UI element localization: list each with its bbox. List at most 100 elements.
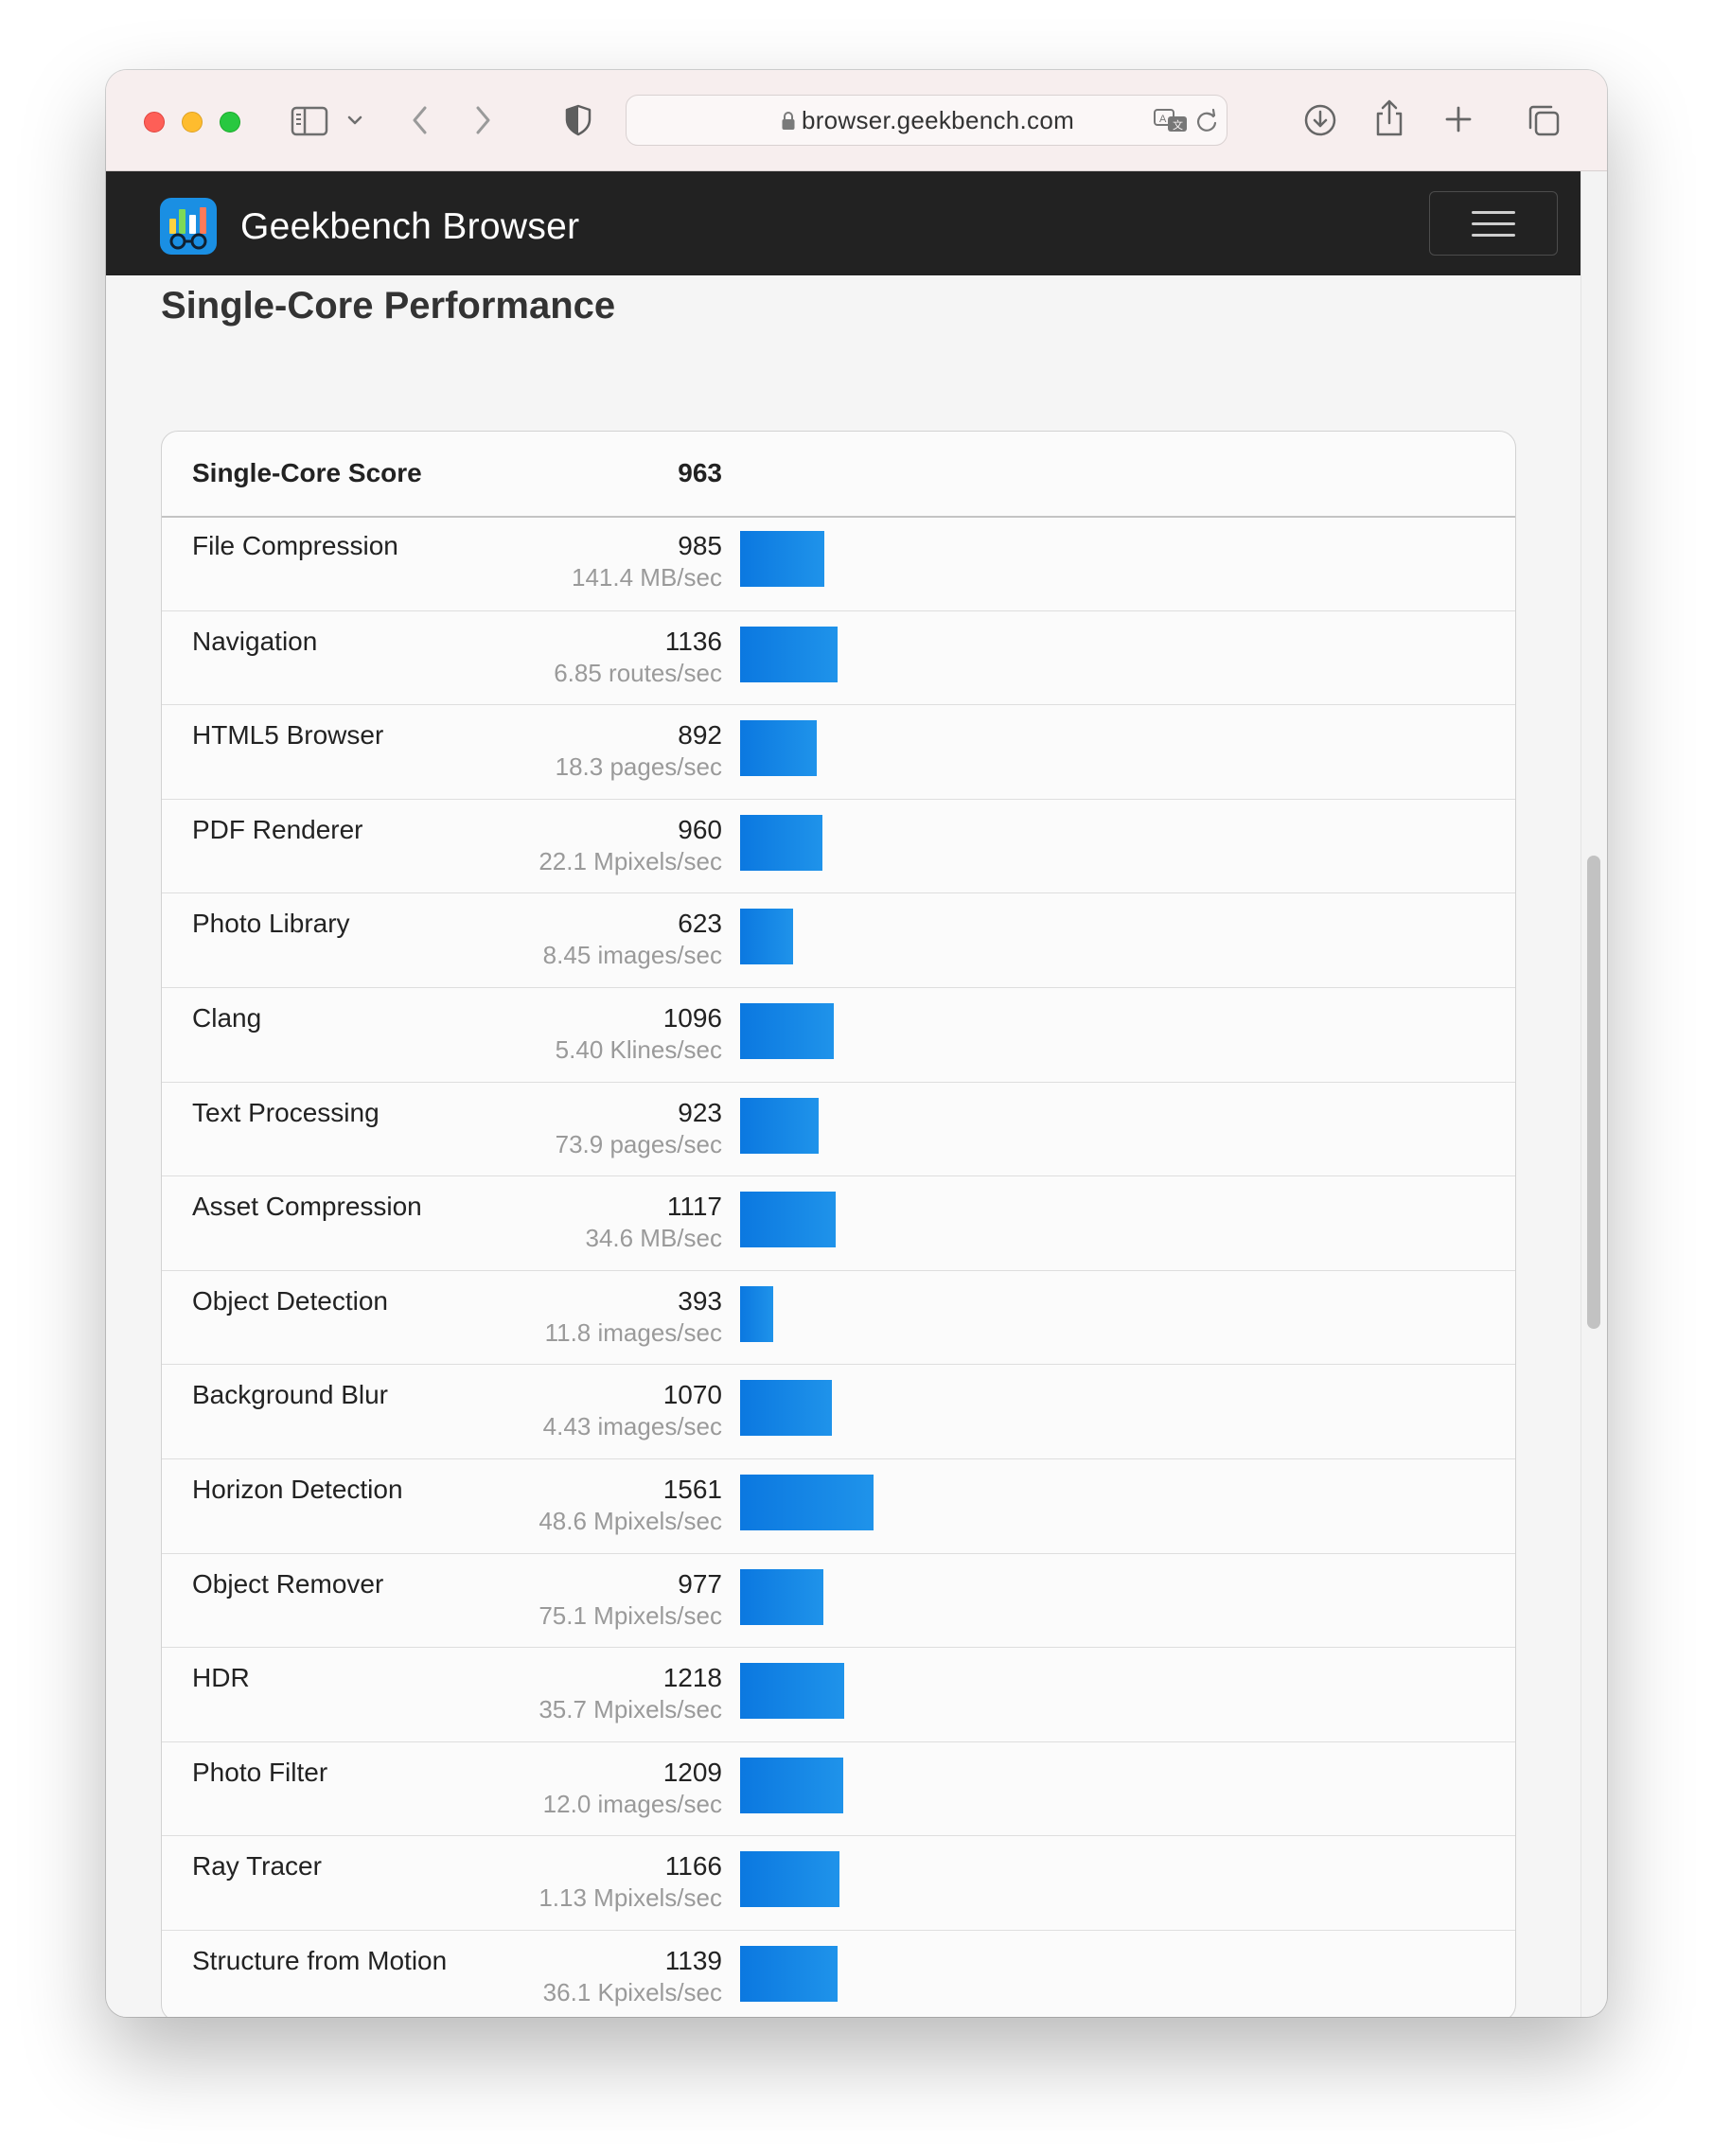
benchmark-name: File Compression — [192, 531, 398, 560]
benchmark-name: Text Processing — [192, 1097, 380, 1127]
benchmark-bar — [740, 1380, 832, 1437]
benchmark-score: 1209 — [662, 1757, 722, 1787]
benchmark-rate: 141.4 MB/sec — [572, 563, 722, 592]
benchmark-score: 1136 — [664, 626, 722, 656]
benchmark-score: 977 — [678, 1568, 722, 1599]
sidebar-icon[interactable] — [291, 106, 328, 136]
benchmark-rate: 22.1 Mpixels/sec — [539, 846, 722, 875]
page-content: Geekbench Browser Single-Core Performanc… — [106, 171, 1581, 2017]
share-icon[interactable] — [1372, 98, 1406, 138]
benchmark-name: Photo Library — [192, 909, 350, 939]
benchmark-name: Horizon Detection — [192, 1475, 403, 1504]
benchmark-bar — [740, 909, 793, 965]
benchmark-rate: 8.45 images/sec — [542, 941, 722, 970]
back-icon[interactable] — [409, 104, 432, 136]
benchmark-score: 1561 — [662, 1475, 722, 1504]
benchmark-rate: 5.40 Klines/sec — [555, 1035, 722, 1064]
benchmark-row: Structure from Motion 1139 36.1 Kpixels/se… — [162, 1930, 1515, 2017]
benchmark-bar — [740, 626, 838, 682]
benchmark-bar — [740, 1475, 874, 1530]
benchmark-rate: 75.1 Mpixels/sec — [539, 1600, 722, 1630]
benchmark-bar — [740, 1192, 836, 1248]
benchmark-name: Background Blur — [192, 1380, 389, 1410]
benchmark-row: HDR 1218 35.7 Mpixels/sec — [162, 1647, 1515, 1741]
benchmark-bar — [740, 1946, 838, 2002]
reload-icon[interactable] — [1194, 108, 1219, 134]
benchmark-rate: 48.6 Mpixels/sec — [539, 1507, 722, 1535]
forward-icon[interactable] — [471, 104, 494, 136]
benchmark-bar — [740, 1663, 844, 1720]
benchmark-row: Horizon Detection 1561 48.6 Mpixels/sec — [162, 1458, 1515, 1552]
site-navbar: Geekbench Browser — [106, 171, 1581, 275]
benchmark-rate: 34.6 MB/sec — [585, 1224, 722, 1253]
benchmark-score: 1218 — [662, 1663, 722, 1693]
benchmark-score: 1096 — [662, 1003, 722, 1033]
summary-score: 963 — [678, 458, 722, 487]
benchmark-name: Structure from Motion — [192, 1946, 448, 1975]
close-window-button[interactable] — [144, 112, 165, 133]
benchmark-bar — [740, 814, 822, 871]
benchmark-rate: 1.13 Mpixels/sec — [539, 1883, 722, 1913]
benchmark-row: Photo Library 623 8.45 images/sec — [162, 892, 1515, 986]
benchmark-name: HTML5 Browser — [192, 720, 384, 751]
benchmark-bar — [740, 1851, 839, 1908]
minimize-window-button[interactable] — [182, 112, 203, 133]
svg-text:A: A — [1159, 114, 1167, 125]
shield-icon[interactable] — [564, 104, 592, 136]
benchmark-row: Background Blur 1070 4.43 images/sec — [162, 1364, 1515, 1458]
benchmark-bar — [740, 1003, 834, 1059]
benchmark-bar — [740, 1568, 823, 1625]
tabs-overview-icon[interactable] — [1526, 102, 1562, 138]
benchmark-score: 960 — [678, 814, 722, 844]
benchmark-name: PDF Renderer — [192, 814, 363, 844]
benchmark-name: Photo Filter — [192, 1757, 328, 1787]
benchmark-score: 1139 — [664, 1946, 722, 1975]
address-bar[interactable]: browser.geekbench.com A 文 — [626, 95, 1227, 146]
benchmark-name: Clang — [192, 1003, 262, 1033]
benchmark-bar — [740, 1285, 773, 1342]
zoom-window-button[interactable] — [220, 112, 240, 133]
benchmark-rate: 11.8 images/sec — [544, 1317, 722, 1347]
benchmark-rate: 73.9 pages/sec — [555, 1129, 722, 1158]
benchmark-row: Photo Filter 1209 12.0 images/sec — [162, 1741, 1515, 1835]
benchmark-score: 393 — [678, 1285, 722, 1316]
benchmark-name: Object Remover — [192, 1568, 384, 1599]
benchmark-score: 623 — [678, 909, 722, 939]
benchmark-row: Text Processing 923 73.9 pages/sec — [162, 1081, 1515, 1175]
benchmark-row: PDF Renderer 960 22.1 Mpixels/sec — [162, 798, 1515, 892]
summary-row: Single-Core Score 963 — [162, 432, 1515, 518]
benchmark-score: 1070 — [662, 1380, 722, 1410]
benchmark-row: Asset Compression 1117 34.6 MB/sec — [162, 1175, 1515, 1269]
lock-icon — [782, 112, 795, 130]
benchmark-row: Ray Tracer 1166 1.13 Mpixels/sec — [162, 1835, 1515, 1929]
benchmark-rate: 4.43 images/sec — [542, 1412, 722, 1441]
translate-icon[interactable]: A 文 — [1153, 108, 1191, 134]
browser-toolbar: browser.geekbench.com A 文 — [106, 70, 1607, 171]
benchmark-row: File Compression 985 141.4 MB/sec — [162, 516, 1515, 610]
benchmark-name: Navigation — [192, 626, 318, 656]
new-tab-icon[interactable] — [1443, 104, 1474, 134]
geekbench-logo-icon[interactable] — [160, 198, 217, 255]
benchmark-name: Ray Tracer — [192, 1851, 322, 1882]
scrollbar-thumb[interactable] — [1587, 856, 1600, 1329]
benchmark-bar — [740, 531, 824, 587]
url-text: browser.geekbench.com — [801, 106, 1075, 134]
brand-name[interactable]: Geekbench Browser — [240, 171, 579, 275]
hamburger-menu-button[interactable] — [1429, 191, 1558, 256]
benchmark-rate: 35.7 Mpixels/sec — [539, 1695, 722, 1724]
benchmark-row: Clang 1096 5.40 Klines/sec — [162, 987, 1515, 1081]
benchmark-rate: 6.85 routes/sec — [554, 658, 722, 687]
benchmark-row: Object Remover 977 75.1 Mpixels/sec — [162, 1552, 1515, 1647]
benchmark-row: HTML5 Browser 892 18.3 pages/sec — [162, 704, 1515, 798]
download-icon[interactable] — [1302, 102, 1338, 138]
browser-window: browser.geekbench.com A 文 Geekbench Brow… — [106, 70, 1607, 2017]
benchmark-row: Object Detection 393 11.8 images/sec — [162, 1269, 1515, 1364]
svg-text:文: 文 — [1173, 118, 1183, 132]
hamburger-menu-icon — [1472, 211, 1515, 214]
benchmark-bar — [740, 1757, 843, 1813]
benchmark-name: HDR — [192, 1663, 250, 1693]
chevron-down-icon[interactable] — [345, 114, 364, 127]
benchmark-name: Asset Compression — [192, 1192, 422, 1222]
benchmark-score: 985 — [678, 531, 722, 560]
benchmark-name: Object Detection — [192, 1285, 388, 1316]
